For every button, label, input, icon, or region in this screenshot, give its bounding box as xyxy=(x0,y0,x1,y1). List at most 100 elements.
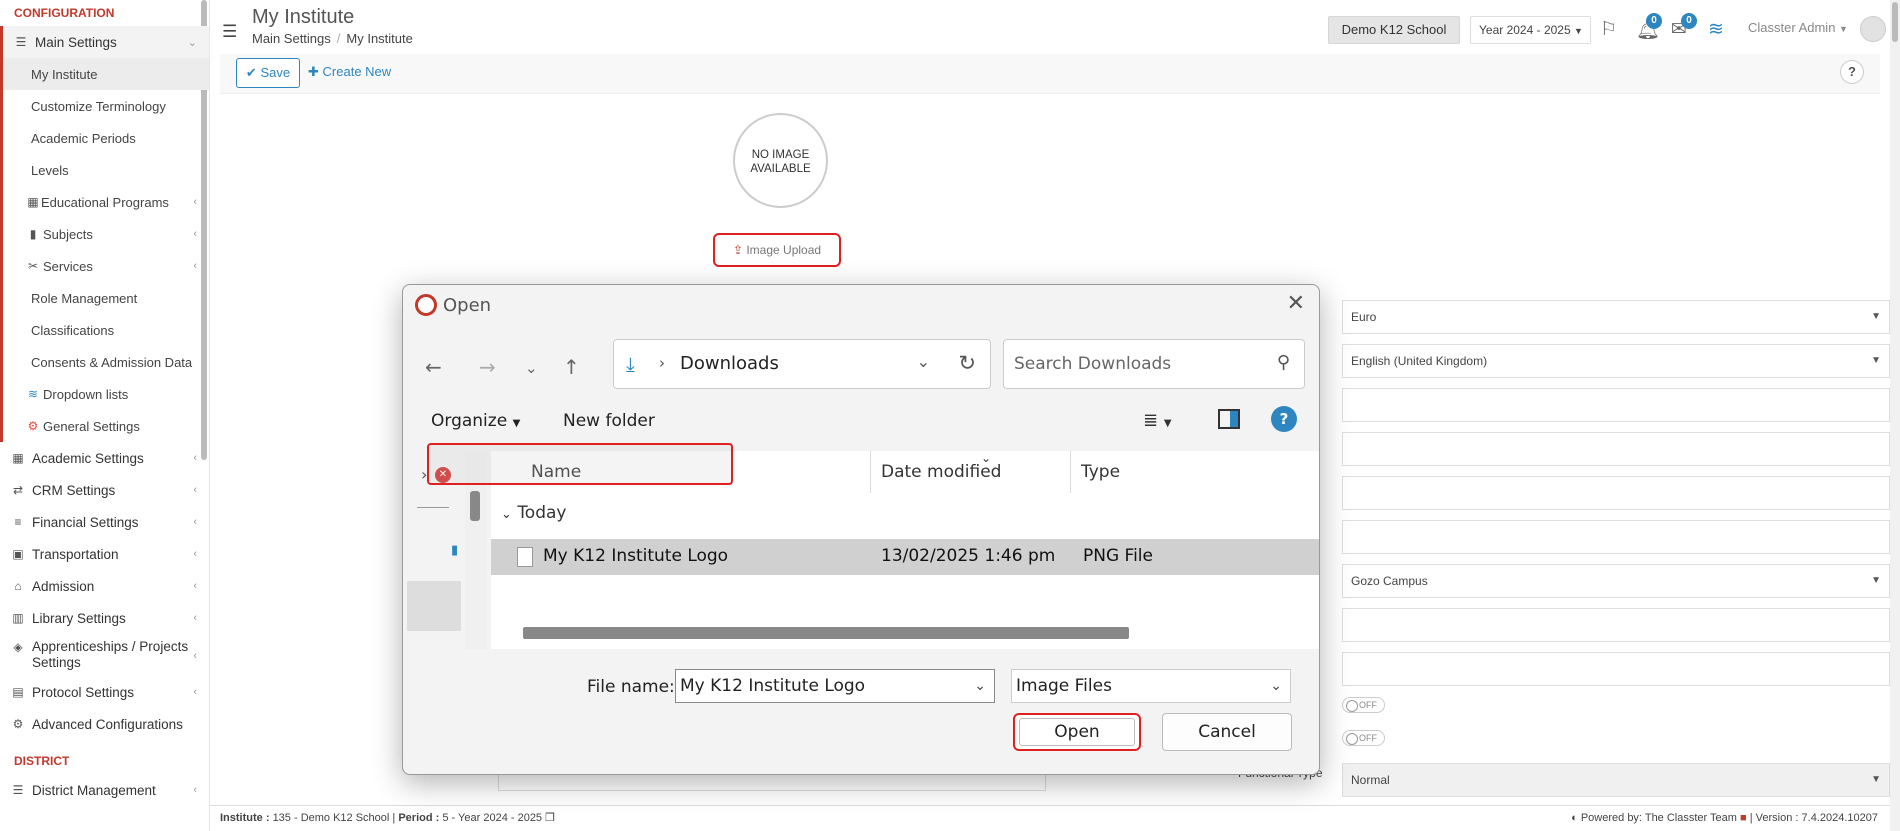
sidebar-item-label: Levels xyxy=(31,162,69,178)
sidebar-item-role-management[interactable]: Role Management xyxy=(3,282,209,314)
column-date-modified[interactable]: Date modified ⌄ xyxy=(871,451,1071,493)
chevron-down-icon[interactable]: ⌄ xyxy=(917,352,930,371)
create-new-button[interactable]: ✚ Create New xyxy=(308,64,391,80)
sidebar-item-my-institute[interactable]: My Institute xyxy=(3,58,209,90)
language-value: English (United Kingdom) xyxy=(1351,354,1488,368)
sidebar-item-dropdown-lists[interactable]: ≋ Dropdown lists xyxy=(3,378,209,410)
sidebar-item-general-settings[interactable]: ⚙ General Settings xyxy=(3,410,209,442)
toggle-1[interactable]: OFF xyxy=(1342,697,1385,713)
close-icon[interactable]: ✕ xyxy=(1287,291,1305,316)
caret-down-icon: ▼ xyxy=(1839,24,1848,34)
school-button[interactable]: Demo K12 School xyxy=(1328,16,1460,44)
file-list-hscrollbar[interactable] xyxy=(523,627,1129,639)
file-date: 13/02/2025 1:46 pm xyxy=(881,546,1056,566)
breadcrumb-main-settings[interactable]: Main Settings xyxy=(252,31,331,46)
refresh-icon[interactable]: ↻ xyxy=(958,351,976,375)
organize-button[interactable]: Organize ▼ xyxy=(431,411,520,431)
sidebar-item-protocol-settings[interactable]: ▤ Protocol Settings ‹ xyxy=(0,676,209,708)
cogs-icon: ⚙ xyxy=(12,717,24,731)
sidebar-item-classifications[interactable]: Classifications xyxy=(3,314,209,346)
gear-icon: ⚙ xyxy=(27,419,39,433)
user-menu[interactable]: Classter Admin ▼ xyxy=(1748,20,1848,35)
copy-icon[interactable]: ❐ xyxy=(545,812,555,824)
caret-down-icon: ▼ xyxy=(1573,26,1583,36)
mail-icon[interactable]: ✉ 0 xyxy=(1671,13,1697,41)
sidebar-item-apprenticeships[interactable]: ◈ Apprenticeships / Projects Settings ‹ xyxy=(0,634,209,676)
year-select[interactable]: Year 2024 - 2025 ▼ xyxy=(1470,16,1591,44)
text-field-5[interactable] xyxy=(1342,608,1890,642)
campus-select[interactable]: Gozo Campus ▼ xyxy=(1342,564,1890,598)
help-button[interactable]: ? xyxy=(1840,60,1864,84)
flag-icon[interactable]: ⚐ xyxy=(1600,18,1617,41)
file-name-input[interactable]: My K12 Institute Logo ⌄ xyxy=(675,669,995,703)
footer-info: Institute : 135 - Demo K12 School | Peri… xyxy=(220,812,555,824)
sidebar-item-library-settings[interactable]: ▥ Library Settings ‹ xyxy=(0,602,209,634)
image-upload-button[interactable]: ⇪ Image Upload xyxy=(713,233,841,267)
sidebar-item-subjects[interactable]: ▮ Subjects ‹ xyxy=(3,218,209,250)
file-row[interactable]: My K12 Institute Logo 13/02/2025 1:46 pm… xyxy=(491,539,1319,575)
currency-select[interactable]: Euro ▼ xyxy=(1342,300,1890,334)
sidebar-item-levels[interactable]: Levels xyxy=(3,154,209,186)
sidebar-item-label: General Settings xyxy=(43,418,140,434)
chevron-down-icon[interactable]: ⌄ xyxy=(974,670,986,702)
text-field-2[interactable] xyxy=(1342,432,1890,466)
open-button[interactable]: Open xyxy=(1013,713,1141,751)
up-arrow-icon[interactable]: ↑ xyxy=(563,355,580,379)
nav-divider xyxy=(417,507,449,508)
forward-arrow-icon[interactable]: → xyxy=(479,355,496,379)
organize-label: Organize xyxy=(431,411,508,431)
chevron-left-icon: ‹ xyxy=(193,686,197,698)
help-icon[interactable]: ? xyxy=(1271,406,1297,432)
sidebar-item-district-management[interactable]: ☰ District Management ‹ xyxy=(0,774,209,806)
file-type-filter-value: Image Files xyxy=(1016,676,1112,696)
sidebar-item-academic-periods[interactable]: Academic Periods xyxy=(3,122,209,154)
sidebar-item-label: Transportation xyxy=(32,546,119,562)
layers-icon[interactable]: ≋ xyxy=(1708,18,1724,41)
breadcrumb-separator: / xyxy=(336,31,341,46)
caret-down-icon: ▼ xyxy=(1871,311,1881,322)
sidebar-item-consents[interactable]: Consents & Admission Data xyxy=(3,346,209,378)
list-icon: ☰ xyxy=(12,783,24,797)
navigation-scrollbar-thumb[interactable] xyxy=(470,491,480,521)
sidebar-item-financial-settings[interactable]: ≡ Financial Settings ‹ xyxy=(0,506,209,538)
text-field-6[interactable] xyxy=(1342,652,1890,686)
sidebar-item-transportation[interactable]: ▣ Transportation ‹ xyxy=(0,538,209,570)
column-type[interactable]: Type xyxy=(1071,451,1319,493)
toggle-2[interactable]: OFF xyxy=(1342,730,1385,746)
language-select[interactable]: English (United Kingdom) ▼ xyxy=(1342,344,1890,378)
text-field-1[interactable] xyxy=(1342,388,1890,422)
view-options-icon[interactable]: ≣ ▼ xyxy=(1143,410,1172,431)
drive-icon[interactable]: ▮ xyxy=(451,543,458,558)
functional-type-select[interactable]: Normal ▼ xyxy=(1342,763,1890,797)
page-scrollbar-thumb[interactable] xyxy=(1892,2,1898,42)
back-arrow-icon[interactable]: ← xyxy=(425,355,442,379)
search-input[interactable]: Search Downloads ⚲ xyxy=(1003,339,1305,389)
sidebar-item-customize-terminology[interactable]: Customize Terminology xyxy=(3,90,209,122)
sidebar-item-services[interactable]: ✂ Services ‹ xyxy=(3,250,209,282)
file-type-filter[interactable]: Image Files ⌄ xyxy=(1011,669,1291,703)
database-icon: ≡ xyxy=(14,515,22,529)
currency-value: Euro xyxy=(1351,310,1377,324)
avatar[interactable] xyxy=(1860,16,1886,42)
sidebar-item-educational-programs[interactable]: ▦ Educational Programs ‹ xyxy=(3,186,209,218)
bell-icon[interactable]: 🔔︎ 0 xyxy=(1636,13,1662,42)
group-today[interactable]: ⌄ Today xyxy=(501,503,566,523)
sidebar-item-advanced-configurations[interactable]: ⚙ Advanced Configurations xyxy=(0,708,209,740)
nav-selected-item[interactable] xyxy=(407,581,461,631)
preview-pane-icon[interactable] xyxy=(1218,409,1240,429)
recent-locations-icon[interactable]: ⌄ xyxy=(525,359,538,377)
save-button[interactable]: ✔ Save xyxy=(236,58,300,88)
sidebar-item-main-settings[interactable]: ☰ Main Settings ⌄ xyxy=(3,26,209,58)
classter-logo-icon: ◐ xyxy=(1571,812,1578,824)
hamburger-icon[interactable]: ☰ xyxy=(222,22,237,42)
cancel-button[interactable]: Cancel xyxy=(1162,713,1292,751)
page-scrollbar[interactable] xyxy=(1890,0,1900,831)
sidebar-item-academic-settings[interactable]: ▦ Academic Settings ‹ xyxy=(0,442,209,474)
text-field-4[interactable] xyxy=(1342,520,1890,554)
new-folder-button[interactable]: New folder xyxy=(563,411,655,431)
sidebar-item-admission[interactable]: ⌂ Admission ‹ xyxy=(0,570,209,602)
chrome-icon xyxy=(415,294,437,316)
address-bar[interactable]: ⤓ › Downloads ⌄ ↻ xyxy=(613,339,991,389)
text-field-3[interactable] xyxy=(1342,476,1890,510)
sidebar-item-crm-settings[interactable]: ⇄ CRM Settings ‹ xyxy=(0,474,209,506)
